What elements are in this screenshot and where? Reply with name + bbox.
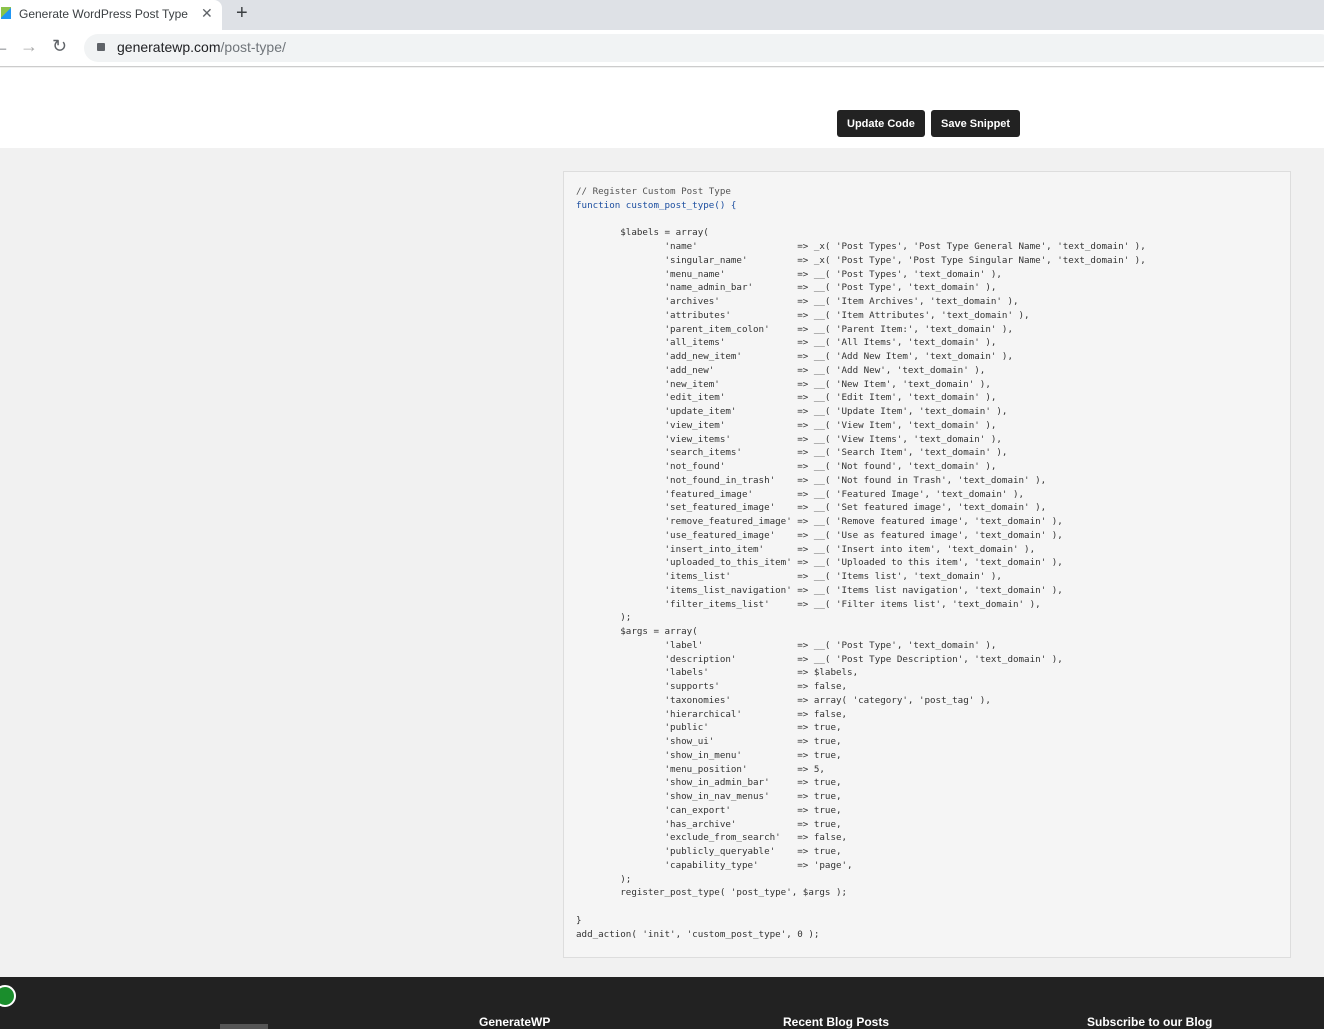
code-line: 'archives' => __( 'Item Archives', 'text… [576,296,1019,307]
favicon-icon [1,7,11,19]
code-line: 'hierarchical' => false, [576,708,848,720]
code-line: 'items_list_navigation' => __( 'Items li… [576,584,1063,596]
code-line: register_post_type( 'post_type', $args )… [576,887,848,899]
code-line: function custom_post_type() { [576,199,737,211]
code-line: 'attributes' => __( 'Item Attributes', '… [576,309,1030,321]
update-code-button[interactable]: Update Code [837,110,925,137]
footer: GenerateWP Recent Blog Posts Subscribe t… [0,977,1324,1029]
close-tab-icon[interactable]: ✕ [201,5,213,22]
code-line: 'insert_into_item' => __( 'Insert into i… [576,543,1036,555]
browser-toolbar: ← → ↻ generatewp.com/post-type/ [0,30,1324,67]
code-line: 'supports' => false, [576,681,848,692]
code-line: 'new_item' => __( 'New Item', 'text_doma… [576,378,991,390]
lock-icon [97,43,105,51]
code-line: 'singular_name' => _x( 'Post Type', 'Pos… [576,254,1146,266]
code-line: 'parent_item_colon' => __( 'Parent Item:… [576,323,1013,335]
address-bar[interactable]: generatewp.com/post-type/ [84,34,1324,62]
reload-icon[interactable]: ↻ [52,36,67,57]
code-line: // Register Custom Post Type [576,186,731,197]
code-line: 'show_in_admin_bar' => true, [576,777,842,789]
back-icon[interactable]: ← [0,36,10,57]
code-line: 'capability_type' => 'page', [576,859,853,871]
code-line: 'items_list' => __( 'Items list', 'text_… [576,571,1002,582]
code-line: 'uploaded_to_this_item' => __( 'Uploaded… [576,557,1063,569]
code-line: 'show_in_nav_menus' => true, [576,791,842,802]
code-line: ); [576,612,632,624]
code-line: 'labels' => $labels, [576,667,859,679]
code-line: 'taxonomies' => array( 'category', 'post… [576,694,991,706]
code-line: 'use_featured_image' => __( 'Use as feat… [576,529,1063,541]
code-line: 'all_items' => __( 'All Items', 'text_do… [576,337,997,349]
code-output[interactable]: // Register Custom Post Type function cus… [563,171,1291,958]
code-line: 'description' => __( 'Post Type Descript… [576,653,1063,665]
code-line: 'public' => true, [576,722,842,734]
code-line: 'not_found_in_trash' => __( 'Not found i… [576,474,1047,486]
code-line: 'add_new_item' => __( 'Add New Item', 't… [576,351,1013,362]
code-line: 'not_found' => __( 'Not found', 'text_do… [576,461,997,472]
code-text: // Register Custom Post Type function cus… [576,185,1146,941]
code-line: 'exclude_from_search' => false, [576,832,848,844]
code-line: 'add_new' => __( 'Add New', 'text_domain… [576,364,986,376]
code-line: $args = array( [576,626,698,637]
code-line: 'set_featured_image' => __( 'Set feature… [576,502,1047,514]
code-line: 'view_item' => __( 'View Item', 'text_do… [576,419,997,431]
url-text: generatewp.com/post-type/ [117,39,286,55]
code-line: 'show_ui' => true, [576,736,842,747]
code-line: 'featured_image' => __( 'Featured Image'… [576,488,1025,500]
browser-tab[interactable]: Generate WordPress Post Type ✕ [0,0,222,30]
code-line: } [576,914,582,926]
tab-bar: Generate WordPress Post Type ✕ + [0,0,1324,30]
code-line: 'publicly_queryable' => true, [576,846,842,857]
code-line: 'menu_name' => __( 'Post Types', 'text_d… [576,268,1002,280]
code-line: ); [576,873,632,885]
code-line: 'show_in_menu' => true, [576,749,842,761]
footer-divider [220,1024,268,1029]
code-line: 'edit_item' => __( 'Edit Item', 'text_do… [576,392,997,404]
url-domain: generatewp.com [117,39,221,55]
code-line: 'has_archive' => true, [576,818,842,830]
footer-heading-recent-posts: Recent Blog Posts [783,1015,890,1029]
code-line: 'search_items' => __( 'Search Item', 'te… [576,447,1008,459]
actions-bar: Update Code Save Snippet [0,68,1324,148]
code-line: 'view_items' => __( 'View Items', 'text_… [576,433,1002,445]
code-line: add_action( 'init', 'custom_post_type', … [576,928,820,940]
code-line: 'name_admin_bar' => __( 'Post Type', 'te… [576,282,997,294]
code-line: 'menu_position' => 5, [576,763,825,775]
save-snippet-button[interactable]: Save Snippet [931,110,1021,137]
code-line: 'remove_featured_image' => __( 'Remove f… [576,516,1063,527]
footer-logo-icon [0,985,16,1007]
new-tab-icon[interactable]: + [236,2,248,25]
code-line: 'label' => __( 'Post Type', 'text_domain… [576,639,997,651]
forward-icon[interactable]: → [20,36,38,57]
code-line: 'filter_items_list' => __( 'Filter items… [576,598,1041,610]
code-line: 'update_item' => __( 'Update Item', 'tex… [576,406,1008,417]
code-line: 'can_export' => true, [576,804,842,816]
url-path: /post-type/ [220,39,286,55]
footer-heading-generatewp: GenerateWP [479,1015,551,1029]
code-line: 'name' => _x( 'Post Types', 'Post Type G… [576,241,1146,252]
footer-heading-subscribe: Subscribe to our Blog [1087,1015,1213,1029]
tab-title: Generate WordPress Post Type [19,7,188,21]
code-line: $labels = array( [576,227,709,239]
